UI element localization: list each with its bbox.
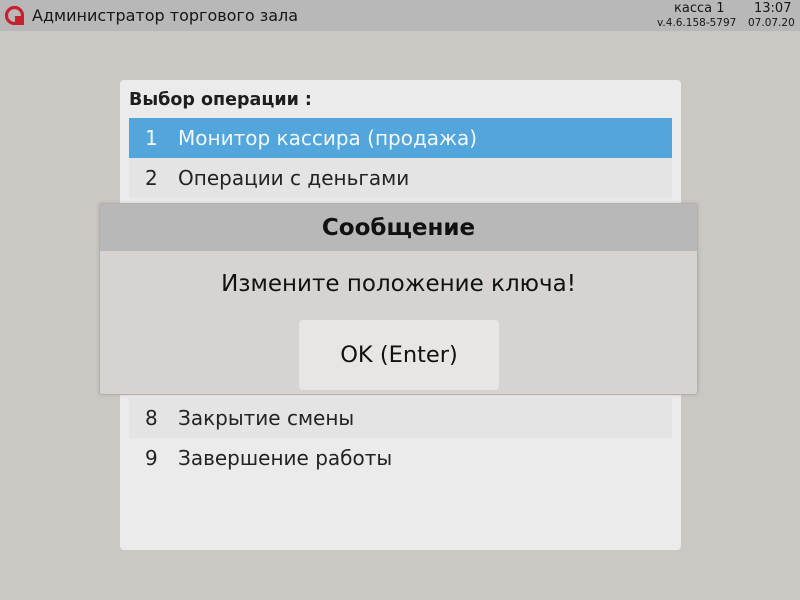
register-label: касса 1	[674, 1, 725, 16]
brand-logo-icon	[4, 5, 25, 26]
menu-item-label: Операции с деньгами	[178, 166, 410, 190]
menu-item-number: 2	[145, 166, 158, 190]
menu-item-number: 1	[145, 126, 158, 150]
menu-item-close-shift[interactable]: 8 Закрытие смены	[129, 398, 672, 438]
date-label: 07.07.20	[748, 17, 795, 29]
ok-button[interactable]: OK (Enter)	[299, 320, 499, 390]
menu-title: Выбор операции :	[129, 90, 312, 110]
clock-time: 13:07	[754, 1, 792, 16]
app-title: Администратор торгового зала	[32, 6, 299, 25]
dialog-header: Сообщение	[100, 204, 697, 251]
menu-item-shutdown[interactable]: 9 Завершение работы	[129, 438, 672, 478]
menu-item-number: 8	[145, 406, 158, 430]
menu-item-cashier-monitor[interactable]: 1 Монитор кассира (продажа)	[129, 118, 672, 158]
dialog-title: Сообщение	[321, 215, 476, 241]
menu-item-label: Монитор кассира (продажа)	[178, 126, 478, 150]
version-label: v.4.6.158-5797	[657, 17, 737, 29]
dialog-message: Измените положение ключа!	[221, 271, 576, 297]
menu-item-label: Завершение работы	[178, 446, 393, 470]
menu-item-label: Закрытие смены	[178, 406, 355, 430]
menu-item-number: 9	[145, 446, 158, 470]
message-dialog: Сообщение Измените положение ключа! OK (…	[99, 203, 698, 395]
menu-item-cash-operations[interactable]: 2 Операции с деньгами	[129, 158, 672, 198]
title-bar: Администратор торгового зала касса 1 13:…	[0, 0, 800, 31]
